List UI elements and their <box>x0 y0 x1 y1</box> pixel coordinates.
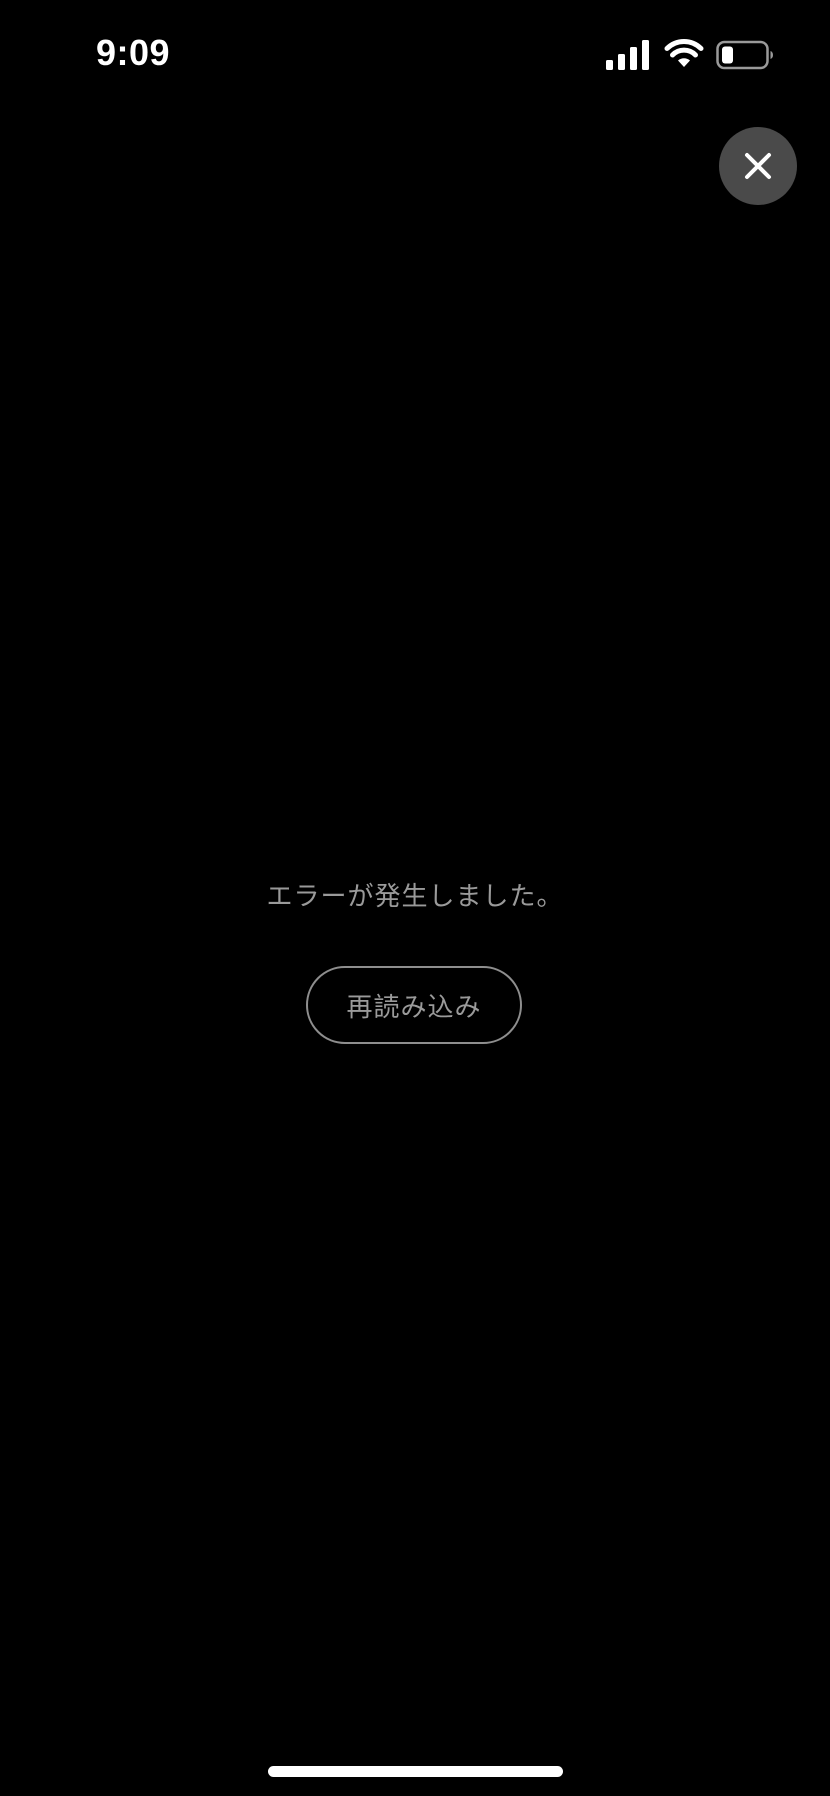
status-time: 9:09 <box>96 32 171 73</box>
wifi-icon <box>664 38 704 67</box>
close-button[interactable] <box>719 127 797 205</box>
reload-button[interactable]: 再読み込み <box>306 966 522 1044</box>
signal-icon <box>606 40 649 70</box>
status-bar: 9:09 <box>0 0 830 110</box>
error-message: エラーが発生しました。 <box>266 882 564 912</box>
home-indicator[interactable] <box>268 1766 563 1777</box>
battery-icon <box>716 40 773 70</box>
close-icon <box>745 153 771 179</box>
